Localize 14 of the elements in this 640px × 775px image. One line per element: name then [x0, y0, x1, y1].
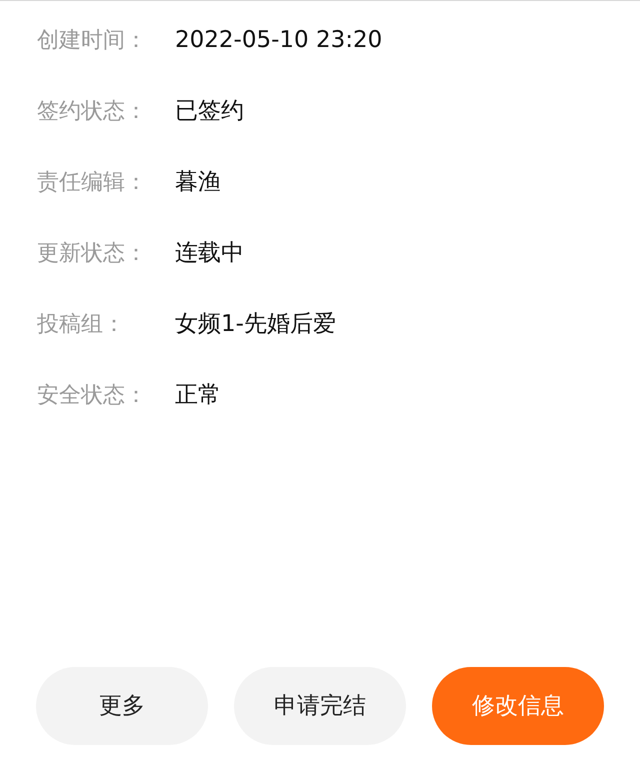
field-value: 暮渔 [175, 168, 221, 198]
field-label: 责任编辑： [37, 169, 148, 197]
field-label: 安全状态： [37, 382, 148, 410]
field-value: 正常 [175, 381, 221, 410]
action-button[interactable]: 更多 [36, 667, 208, 745]
field-label: 投稿组： [37, 311, 126, 339]
field-value: 女频1-先婚后爱 [175, 310, 336, 340]
field-value: 2022-05-10 23:20 [175, 26, 382, 56]
field-value: 已签约 [175, 97, 244, 126]
field-value: 连载中 [175, 239, 244, 268]
field-label: 更新状态： [37, 240, 148, 268]
field-label: 创建时间： [37, 27, 148, 55]
action-button[interactable]: 申请完结 [234, 667, 406, 745]
field-label: 签约状态： [37, 98, 148, 126]
